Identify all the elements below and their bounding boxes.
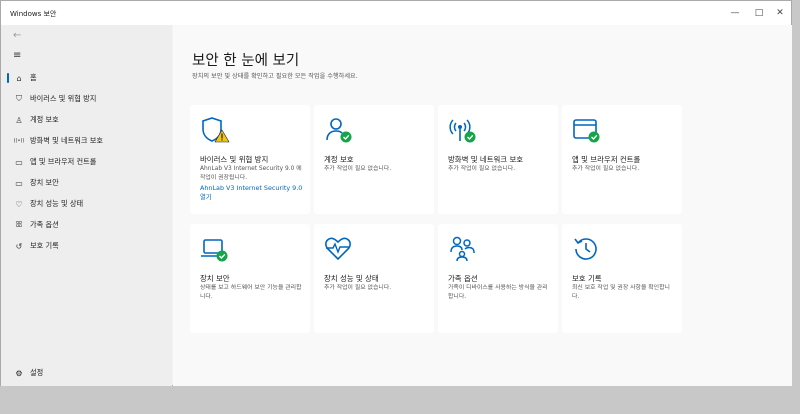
card-title: 장치 보안	[200, 274, 230, 283]
sidebar-item-label: 바이러스 및 위협 방지	[30, 94, 97, 103]
sidebar-item-settings[interactable]: ⚙ 설정	[7, 364, 157, 382]
close-button[interactable]: ✕	[769, 6, 791, 20]
card-title: 가족 옵션	[448, 274, 478, 283]
person-check-icon	[326, 118, 352, 143]
sidebar-item-account-protection[interactable]: ♙ 계정 보호	[7, 111, 167, 129]
card-description: 상태를 보고 하드웨어 보안 기능을 관리합니다.	[200, 285, 302, 300]
card-family-options[interactable]: 가족 옵션 가족이 디바이스를 사용하는 방식을 관리합니다.	[438, 224, 558, 333]
card-description: 추가 작업이 필요 없습니다.	[448, 166, 516, 172]
sidebar-item-firewall[interactable]: ((•)) 방화벽 및 네트워크 보호	[7, 132, 167, 150]
sidebar: ← ≡ ⌂ 홈 ⛉ 바이러스 및 위협 방지 ♙ 계정 보호 ((•)) 방화벽…	[1, 25, 172, 386]
sidebar-item-label: 계정 보호	[30, 115, 59, 124]
browser-icon: ▭	[15, 157, 23, 167]
person-icon: ♙	[15, 115, 23, 125]
card-description: 최신 보호 작업 및 권장 사항을 확인합니다.	[572, 285, 670, 300]
card-title: 앱 및 브라우저 컨트롤	[572, 155, 641, 164]
wifi-icon: ((•))	[13, 138, 25, 144]
card-firewall[interactable]: 방화벽 및 네트워크 보호 추가 작업이 필요 없습니다.	[438, 105, 558, 214]
sidebar-item-virus-protection[interactable]: ⛉ 바이러스 및 위협 방지	[7, 90, 167, 108]
heart-pulse-icon	[325, 237, 351, 261]
card-device-health[interactable]: 장치 성능 및 상태 추가 작업이 필요 없습니다.	[314, 224, 434, 333]
page-title: 보안 한 눈에 보기	[192, 53, 300, 69]
history-icon: ↺	[15, 241, 23, 251]
card-virus-protection[interactable]: 바이러스 및 위협 방지 AhnLab V3 Internet Security…	[190, 105, 310, 214]
card-app-browser[interactable]: 앱 및 브라우저 컨트롤 추가 작업이 필요 없습니다.	[562, 105, 682, 214]
laptop-check-icon	[201, 239, 228, 262]
browser-check-icon	[573, 119, 600, 143]
family-icon	[450, 236, 475, 262]
main-content: 보안 한 눈에 보기 장치의 보안 및 상태를 확인하고 필요한 모든 작업을 …	[173, 25, 792, 386]
window-title: Windows 보안	[10, 10, 57, 18]
sidebar-item-home[interactable]: ⌂ 홈	[7, 69, 167, 87]
sidebar-item-app-browser[interactable]: ▭ 앱 및 브라우저 컨트롤	[7, 153, 167, 171]
sidebar-item-label: 보호 기록	[30, 241, 59, 250]
card-protection-history[interactable]: 보호 기록 최신 보호 작업 및 권장 사항을 확인합니다.	[562, 224, 682, 333]
family-icon: ꕥ	[15, 220, 23, 229]
sidebar-item-label: 방화벽 및 네트워크 보호	[30, 136, 103, 145]
card-device-security[interactable]: 장치 보안 상태를 보고 하드웨어 보안 기능을 관리합니다.	[190, 224, 310, 333]
minimize-button[interactable]: —	[724, 6, 746, 20]
sidebar-item-label: 홈	[30, 73, 37, 82]
card-title: 장치 성능 및 상태	[324, 274, 379, 283]
sidebar-item-label: 설정	[30, 368, 44, 377]
card-account-protection[interactable]: 계정 보호 추가 작업이 필요 없습니다.	[314, 105, 434, 214]
title-bar: Windows 보안 — □ ✕	[1, 1, 791, 25]
app-window: Windows 보안 — □ ✕ ← ≡ ⌂ 홈 ⛉ 바이러스 및 위협 방지 …	[0, 0, 792, 386]
home-icon: ⌂	[16, 73, 22, 83]
sidebar-item-device-health[interactable]: ♡ 장치 성능 및 상태	[7, 195, 167, 213]
sidebar-item-label: 장치 성능 및 상태	[30, 199, 84, 208]
sidebar-item-family-options[interactable]: ꕥ 가족 옵션	[7, 216, 167, 234]
wifi-check-icon	[449, 119, 476, 143]
gear-icon: ⚙	[15, 368, 23, 378]
back-arrow-icon[interactable]: ←	[13, 30, 21, 41]
menu-icon[interactable]: ≡	[13, 50, 21, 61]
card-title: 보호 기록	[572, 274, 602, 283]
page-subtitle: 장치의 보안 및 상태를 확인하고 필요한 모든 작업을 수행하세요.	[192, 73, 358, 80]
sidebar-item-label: 앱 및 브라우저 컨트롤	[30, 157, 97, 166]
sidebar-item-protection-history[interactable]: ↺ 보호 기록	[7, 237, 167, 255]
sidebar-item-label: 가족 옵션	[30, 220, 59, 229]
shield-icon: ⛉	[16, 94, 22, 103]
card-description: 추가 작업이 필요 없습니다.	[324, 166, 392, 172]
laptop-icon: ▭	[15, 178, 23, 188]
history-icon	[574, 238, 597, 260]
card-description: 가족이 디바이스를 사용하는 방식을 관리합니다.	[448, 285, 548, 300]
card-title: 방화벽 및 네트워크 보호	[448, 155, 524, 164]
open-antivirus-link[interactable]: AhnLab V3 Internet Security 9.0 열기	[200, 184, 304, 202]
card-description: 추가 작업이 필요 없습니다.	[324, 285, 392, 291]
card-description: AhnLab V3 Internet Security 9.0 에 작업이 권장…	[200, 166, 302, 181]
shield-warning-icon	[202, 117, 230, 143]
sidebar-item-label: 장치 보안	[30, 178, 59, 187]
card-title: 계정 보호	[324, 155, 354, 164]
sidebar-item-device-security[interactable]: ▭ 장치 보안	[7, 174, 167, 192]
card-description: 추가 작업이 필요 없습니다.	[572, 166, 640, 172]
maximize-button[interactable]: □	[748, 6, 770, 20]
heart-icon: ♡	[15, 199, 23, 209]
card-title: 바이러스 및 위협 방지	[200, 155, 269, 164]
